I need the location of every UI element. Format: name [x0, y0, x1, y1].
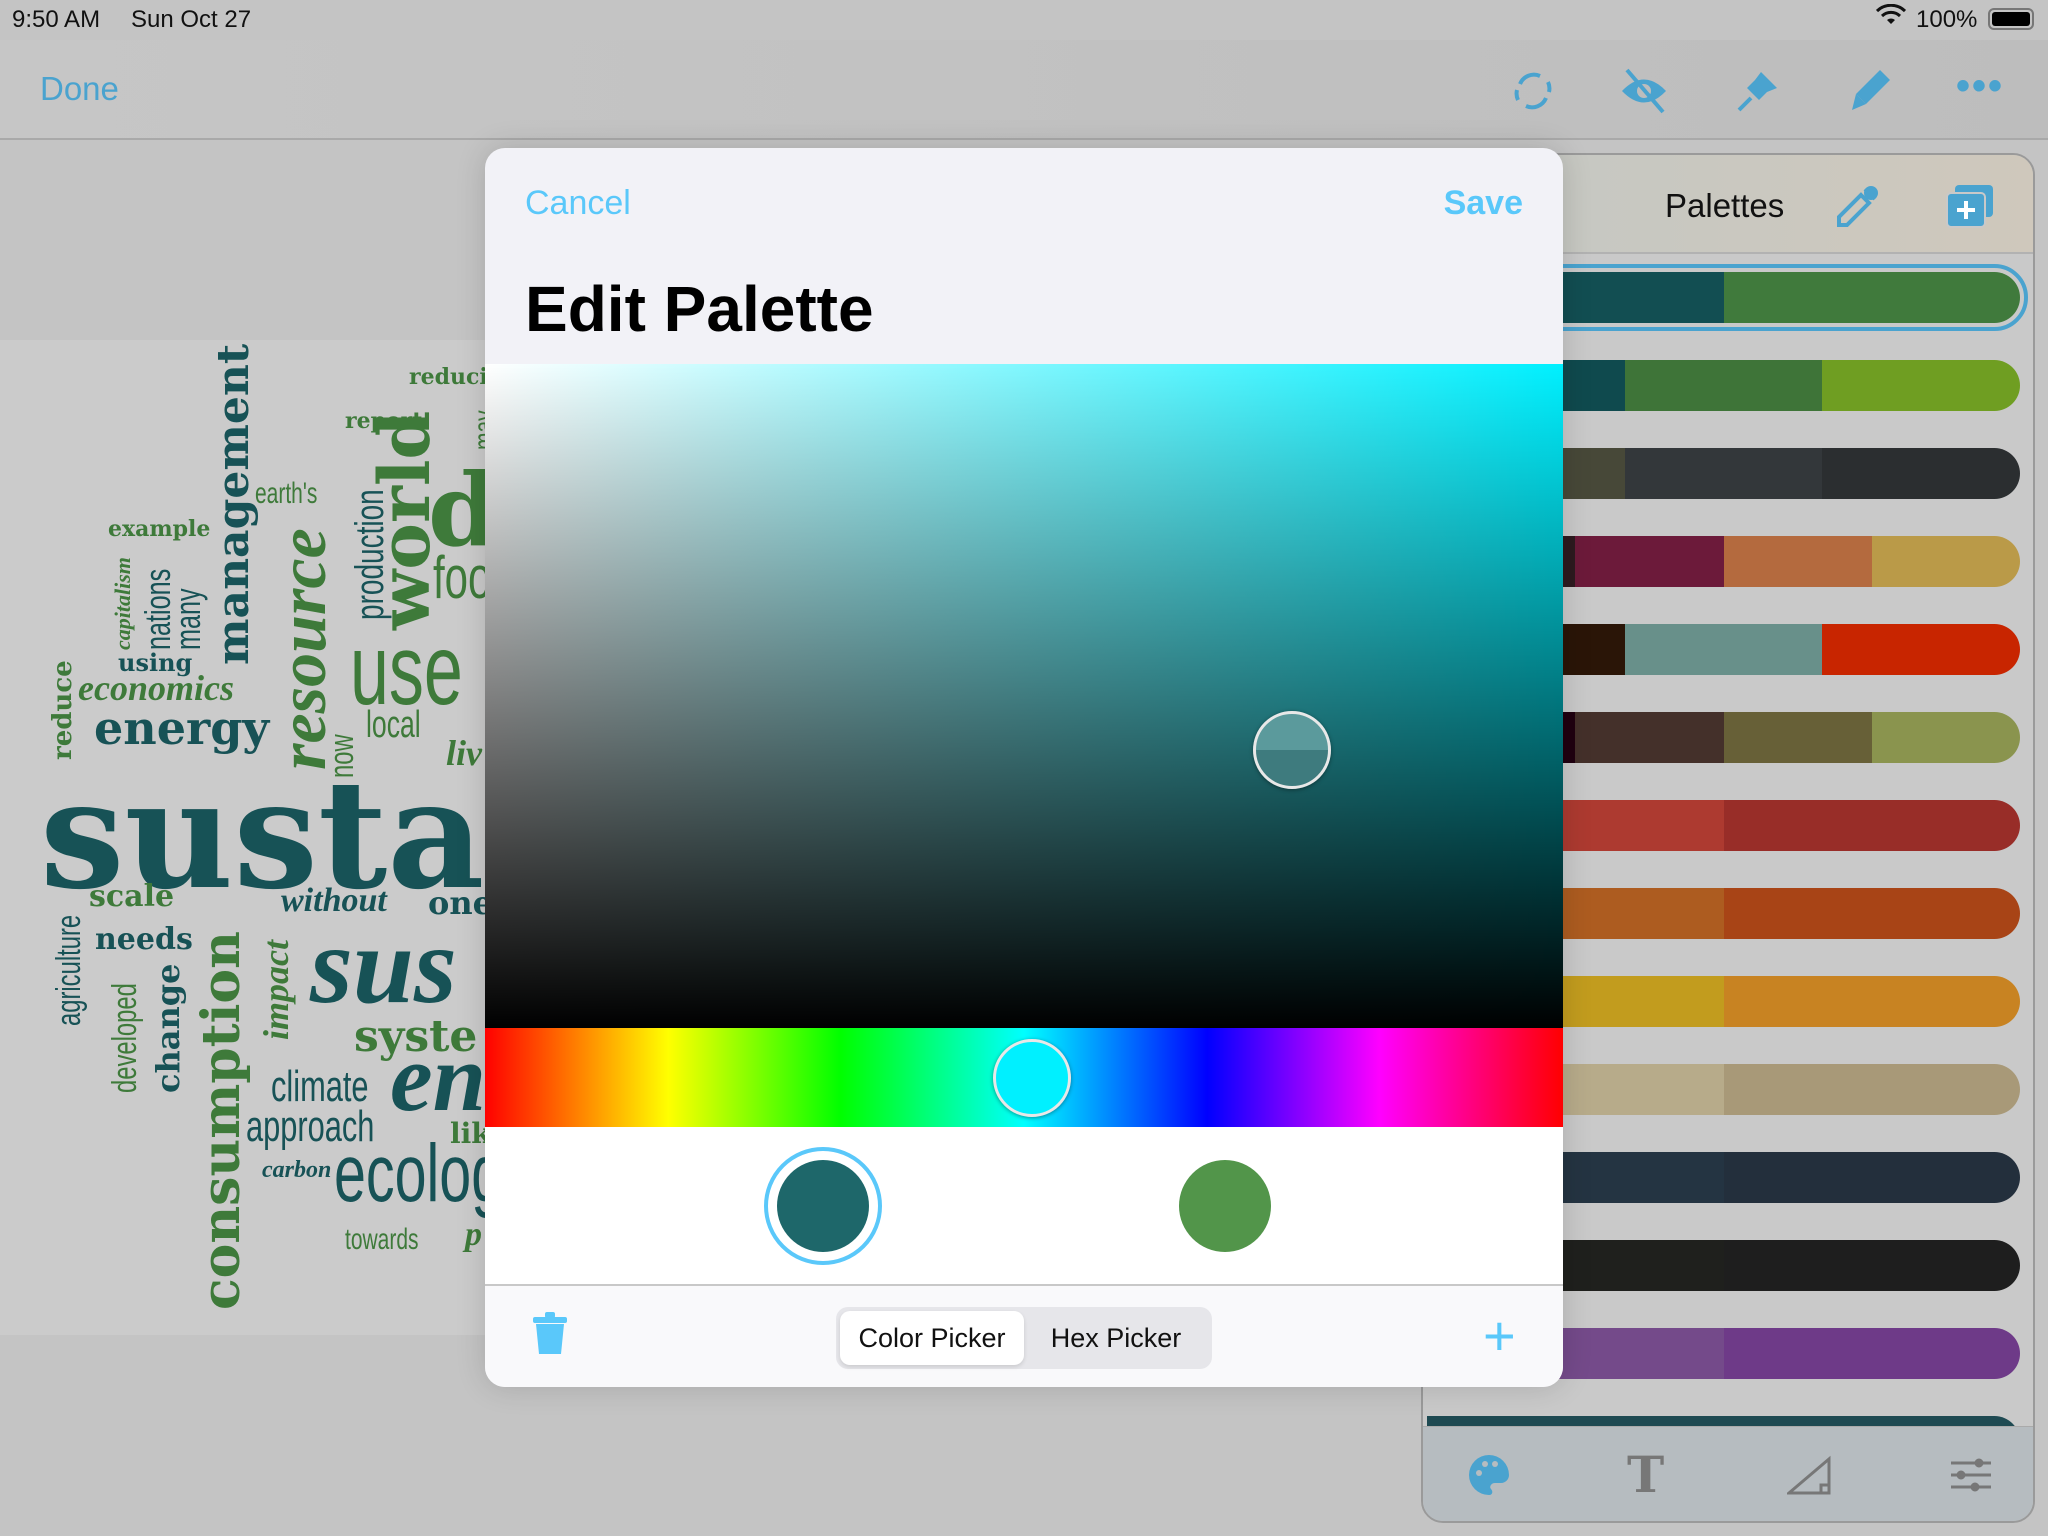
word-cloud-word: may [468, 410, 485, 450]
palette-color-segment [1723, 1152, 2020, 1203]
save-button[interactable]: Save [1444, 184, 1523, 223]
word-cloud-word: management [208, 343, 259, 665]
palette-color-segment [1624, 360, 1823, 411]
pin-icon[interactable] [1733, 66, 1783, 116]
swatch-1-selected[interactable] [764, 1147, 882, 1265]
palettes-footer-toolbar: T [1423, 1426, 2033, 1521]
palette-icon[interactable] [1467, 1453, 1511, 1502]
saturation-brightness-picker[interactable] [485, 364, 1563, 1028]
word-cloud-word: towards [345, 1223, 419, 1256]
word-cloud-word: change [149, 963, 187, 1093]
word-cloud-word: scale [89, 879, 175, 914]
ruler-triangle-icon[interactable] [1784, 1455, 1831, 1500]
palette-color-segment [1723, 272, 2020, 323]
cancel-button[interactable]: Cancel [525, 184, 631, 223]
word-cloud-word: impact [256, 940, 296, 1040]
palette-color-segment [1822, 360, 2020, 411]
word-cloud-word: production [348, 489, 392, 620]
edit-palette-modal: Cancel Save Edit Palette Color Picker He… [485, 148, 1563, 1387]
modal-title: Edit Palette [525, 273, 874, 345]
add-color-icon[interactable]: + [1483, 1308, 1516, 1364]
palette-color-segment [1723, 976, 2020, 1027]
picker-mode-segmented-control: Color Picker Hex Picker [836, 1307, 1212, 1369]
top-toolbar: Done ••• [0, 40, 2048, 140]
word-cloud-word: reduci [409, 364, 485, 390]
word-cloud-word: foo [433, 544, 485, 611]
word-cloud-word: consumption [191, 931, 252, 1310]
tab-color-picker[interactable]: Color Picker [840, 1311, 1024, 1365]
word-cloud-word: p [465, 1216, 482, 1253]
word-cloud-word: local [366, 704, 421, 746]
word-cloud-word: sus [310, 904, 457, 1026]
color-picker-knob[interactable] [1253, 711, 1331, 789]
word-cloud-word: earth's [255, 477, 318, 510]
more-icon[interactable]: ••• [1956, 66, 2006, 126]
palette-color-segment [1822, 448, 2020, 499]
status-bar: 9:50 AM Sun Oct 27 100% [0, 0, 2048, 40]
swatch-2[interactable] [1179, 1160, 1271, 1252]
palette-color-segment [1575, 536, 1724, 587]
palette-color-segment [1723, 1328, 2020, 1379]
status-time: 9:50 AM [12, 6, 101, 33]
tab-hex-picker[interactable]: Hex Picker [1024, 1311, 1208, 1365]
palette-color-segment [1723, 800, 2020, 851]
done-button[interactable]: Done [40, 70, 119, 108]
eyedropper-icon[interactable] [1835, 183, 1881, 234]
palette-color-segment [1624, 448, 1823, 499]
word-cloud-word: needs [95, 922, 193, 957]
palettes-title: Palettes [1665, 187, 1785, 224]
palette-color-segment [1822, 624, 2020, 675]
palette-color-segment [1723, 1064, 2020, 1115]
word-cloud-word: carbon [262, 1157, 332, 1183]
word-cloud-canvas[interactable]: reduci report may earth's example management w… [0, 340, 485, 1335]
word-cloud-word: many [167, 588, 208, 650]
battery-percent: 100% [1916, 6, 1978, 33]
word-cloud-word: energy [94, 701, 270, 755]
word-cloud-word: developed [106, 983, 144, 1093]
word-cloud-word: en [390, 1024, 485, 1131]
word-cloud-word: reduce [48, 660, 78, 760]
hue-slider-knob[interactable] [993, 1039, 1071, 1117]
word-cloud-word: ecolog [334, 1128, 485, 1219]
pen-icon[interactable] [1844, 66, 1894, 116]
hue-slider[interactable] [485, 1028, 1563, 1127]
status-date: Sun Oct 27 [131, 6, 252, 33]
word-cloud-word: example [108, 516, 211, 542]
palette-swatches [485, 1127, 1563, 1286]
palette-color-segment [1871, 536, 2020, 587]
word-cloud-word: agriculture [50, 914, 88, 1026]
add-palette-icon[interactable] [1945, 183, 1995, 234]
trash-icon[interactable] [533, 1312, 567, 1361]
eye-slash-icon[interactable] [1619, 66, 1669, 116]
battery-icon [1988, 8, 2034, 30]
text-icon[interactable]: T [1627, 1445, 1664, 1504]
palette-color-segment [1723, 712, 1872, 763]
word-cloud-word: capitalism [110, 557, 135, 650]
palette-color-segment [1723, 536, 1872, 587]
wifi-icon [1875, 3, 1907, 33]
rotate-icon[interactable] [1508, 66, 1558, 116]
sliders-icon[interactable] [1949, 1457, 1993, 1498]
palette-color-segment [1624, 624, 1823, 675]
palette-color-segment [1871, 712, 2020, 763]
modal-bottom-bar: Color Picker Hex Picker + [485, 1286, 1563, 1387]
palette-color-segment [1723, 888, 2020, 939]
palette-color-segment [1723, 1240, 2020, 1291]
palette-color-segment [1575, 712, 1724, 763]
